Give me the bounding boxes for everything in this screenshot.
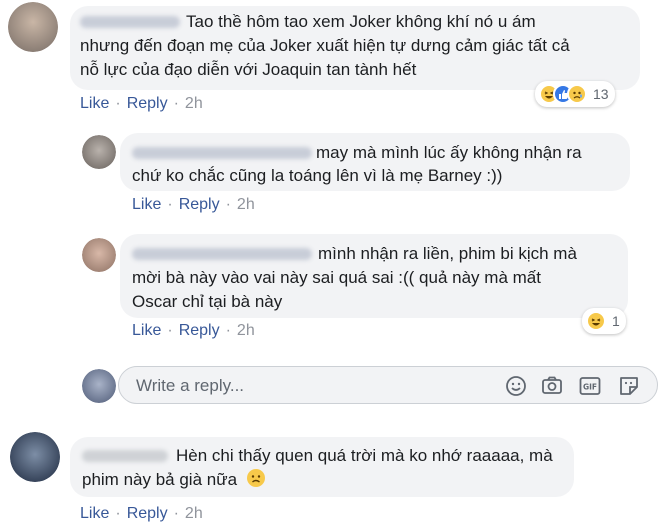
reply-input[interactable]: Write a reply... GIF — [118, 366, 658, 404]
commenter-avatar[interactable] — [10, 432, 60, 482]
comment-text-line: nhưng đến đoạn mẹ của Joker xuất hiện tự… — [80, 36, 570, 55]
reply-text-line: chứ ko chắc cũng la toáng lên vì là mẹ B… — [132, 166, 503, 185]
reaction-count: 1 — [612, 313, 620, 329]
like-link[interactable]: Like — [80, 95, 109, 112]
reaction-count: 13 — [593, 86, 609, 102]
replier-avatar[interactable] — [82, 135, 116, 169]
comment-text: phim này bả già nữa — [82, 470, 238, 489]
like-link[interactable]: Like — [132, 322, 161, 339]
reply-link[interactable]: Reply — [179, 196, 220, 213]
like-link[interactable]: Like — [80, 505, 109, 522]
comment-actions: Like · Reply · 2h — [80, 95, 203, 112]
reply-link[interactable]: Reply — [127, 95, 168, 112]
reply-text-line: mình nhận ra liền, phim bi kịch mà — [318, 244, 577, 263]
comment-text-line: Hèn chi thấy quen quá trời mà ko nhớ raa… — [176, 446, 553, 465]
emoji-icon[interactable] — [504, 374, 528, 398]
reply-text-line: mời bà này vào vai này sai quá sai :(( q… — [132, 268, 541, 287]
reply-actions: Like · Reply · 2h — [132, 322, 255, 339]
like-link[interactable]: Like — [132, 196, 161, 213]
haha-icon — [586, 311, 606, 331]
reply-link[interactable]: Reply — [127, 505, 168, 522]
commenter-name[interactable] — [80, 16, 180, 28]
comment-text-line: nỗ lực của đạo diễn với Joaquin tan tành… — [80, 60, 417, 79]
replier-name[interactable] — [132, 147, 312, 159]
replier-name[interactable] — [132, 248, 312, 260]
camera-icon[interactable] — [540, 374, 564, 398]
comment-text-line: Tao thề hôm tao xem Joker không khí nó u… — [186, 12, 536, 31]
reply-link[interactable]: Reply — [179, 322, 220, 339]
timestamp[interactable]: 2h — [185, 95, 203, 112]
replier-avatar[interactable] — [82, 238, 116, 272]
commenter-name[interactable] — [82, 450, 168, 462]
reaction-summary[interactable]: 1 — [582, 308, 626, 334]
comment-actions: Like · Reply · 2h — [80, 505, 203, 522]
reply-placeholder: Write a reply... — [136, 376, 245, 395]
timestamp[interactable]: 2h — [237, 322, 255, 339]
svg-text:GIF: GIF — [583, 383, 597, 392]
commenter-avatar[interactable] — [8, 2, 58, 52]
current-user-avatar — [82, 369, 116, 403]
reply-actions: Like · Reply · 2h — [132, 196, 255, 213]
gif-icon[interactable]: GIF — [578, 374, 602, 398]
sad-icon — [567, 84, 587, 104]
reply-text-line: Oscar chỉ tại bà này — [132, 292, 283, 311]
reaction-summary[interactable]: 13 — [535, 81, 615, 107]
timestamp[interactable]: 2h — [185, 505, 203, 522]
comment-text-line: phim này bả già nữa — [82, 468, 266, 495]
reply-text-line: may mà mình lúc ấy không nhận ra — [316, 143, 582, 162]
timestamp[interactable]: 2h — [237, 196, 255, 213]
sad-emoji-icon — [246, 468, 266, 495]
sticker-icon[interactable] — [617, 374, 641, 398]
